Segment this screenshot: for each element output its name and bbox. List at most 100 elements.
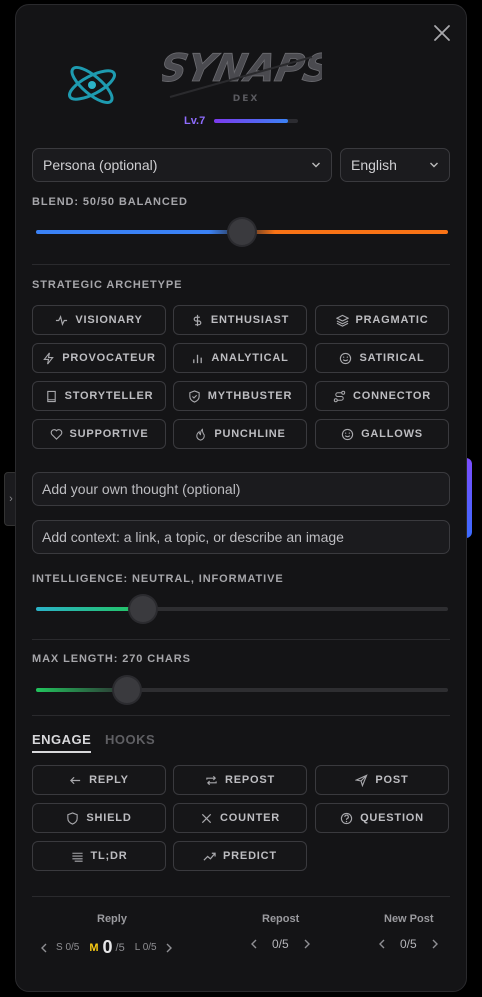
archetype-label: STRATEGIC ARCHETYPE [32, 279, 183, 291]
divider [32, 715, 450, 716]
new-post-stats-label: New Post [384, 913, 434, 925]
action-label: REPLY [89, 774, 129, 786]
action-label: PREDICT [223, 850, 277, 862]
max-length-slider-handle[interactable] [114, 677, 140, 703]
reply-long-count: L 0/5 [134, 942, 157, 953]
intelligence-slider[interactable] [36, 596, 448, 622]
context-input-placeholder: Add context: a link, a topic, or describ… [42, 529, 344, 545]
thought-input[interactable]: Add your own thought (optional) [32, 472, 450, 506]
reply-short-count: S 0/5 [56, 942, 80, 953]
repost-icon [206, 775, 217, 785]
svg-text:DEX: DEX [233, 94, 260, 104]
archetype-analytical[interactable]: ANALYTICAL [173, 343, 307, 373]
pulse-icon [56, 314, 68, 326]
persona-select-value: Persona (optional) [43, 157, 158, 173]
prev-button[interactable] [38, 942, 50, 954]
blend-slider-handle[interactable] [229, 219, 255, 245]
level-progress-bar [214, 119, 298, 123]
archetype-label: PUNCHLINE [214, 428, 286, 440]
prev-button[interactable] [376, 938, 388, 950]
chevron-down-icon [312, 162, 320, 168]
archetype-supportive[interactable]: SUPPORTIVE [32, 419, 166, 449]
chevron-right-icon [432, 939, 438, 949]
context-input[interactable]: Add context: a link, a topic, or describ… [32, 520, 450, 554]
divider [32, 896, 450, 897]
bolt-icon [43, 352, 55, 364]
reply-stats: S 0/5 M 0 /5 L 0/5 [38, 937, 175, 958]
reply-medium-count: 0 [102, 937, 113, 957]
prev-button[interactable] [248, 938, 260, 950]
synaps-logo: SYNAPS DEX [162, 47, 322, 104]
blend-label: BLEND: 50/50 BALANCED [32, 196, 188, 208]
next-button[interactable] [301, 938, 313, 950]
send-icon [355, 773, 369, 787]
action-counter[interactable]: COUNTER [173, 803, 307, 833]
action-label: COUNTER [220, 812, 280, 824]
action-label: POST [375, 774, 409, 786]
generator-panel: SYNAPS DEX Lv.7 Persona (optional) Engli… [15, 4, 467, 992]
language-select-value: English [351, 157, 397, 173]
action-question[interactable]: QUESTION [315, 803, 449, 833]
shield-icon [67, 811, 79, 825]
thought-input-placeholder: Add your own thought (optional) [42, 481, 241, 497]
archetype-label: SATIRICAL [359, 352, 425, 364]
archetype-gallows[interactable]: GALLOWS [315, 419, 449, 449]
archetype-pragmatic[interactable]: PRAGMATIC [315, 305, 449, 335]
flame-icon [196, 427, 206, 441]
action-tl-dr[interactable]: TL;DR [32, 841, 166, 871]
chevron-down-icon [430, 162, 438, 168]
repost-stats-label: Repost [262, 913, 300, 925]
tab-hooks[interactable]: HOOKS [105, 732, 155, 747]
svg-text:SYNAPS: SYNAPS [162, 47, 322, 91]
persona-select[interactable]: Persona (optional) [32, 148, 332, 182]
heart-icon [50, 428, 62, 440]
archetype-visionary[interactable]: VISIONARY [32, 305, 166, 335]
archetype-label: STORYTELLER [64, 390, 154, 402]
x-icon [201, 813, 212, 823]
blend-slider[interactable] [36, 219, 448, 245]
route-icon [333, 390, 346, 402]
intelligence-slider-handle[interactable] [130, 596, 156, 622]
archetype-connector[interactable]: CONNECTOR [315, 381, 449, 411]
new-post-count: 0/5 [400, 937, 417, 951]
archetype-satirical[interactable]: SATIRICAL [315, 343, 449, 373]
next-button[interactable] [163, 942, 175, 954]
repost-stats: 0/5 [248, 937, 313, 951]
next-button[interactable] [429, 938, 441, 950]
archetype-label: VISIONARY [75, 314, 143, 326]
tab-engage[interactable]: ENGAGE [32, 732, 92, 753]
action-repost[interactable]: REPOST [173, 765, 307, 795]
max-length-slider[interactable] [36, 677, 448, 703]
action-label: TL;DR [90, 850, 128, 862]
book-icon [46, 390, 56, 402]
chevron-right-icon [304, 939, 310, 949]
action-shield[interactable]: SHIELD [32, 803, 166, 833]
archetype-enthusiast[interactable]: ENTHUSIAST [173, 305, 307, 335]
action-label: QUESTION [360, 812, 424, 824]
level-label: Lv.7 [184, 115, 206, 127]
archetype-mythbuster[interactable]: MYTHBUSTER [173, 381, 307, 411]
help-circle-icon [340, 812, 353, 824]
close-button[interactable] [432, 23, 452, 43]
archetype-label: GALLOWS [361, 428, 423, 440]
trend-icon [203, 852, 216, 861]
archetype-label: ANALYTICAL [211, 352, 289, 364]
language-select[interactable]: English [340, 148, 450, 182]
repost-count: 0/5 [272, 937, 289, 951]
level-progress-fill [214, 119, 288, 123]
chevron-left-icon [379, 939, 385, 949]
archetype-storyteller[interactable]: STORYTELLER [32, 381, 166, 411]
archetype-provocateur[interactable]: PROVOCATEUR [32, 343, 166, 373]
action-reply[interactable]: REPLY [32, 765, 166, 795]
divider [32, 264, 450, 265]
layers-icon [335, 314, 349, 327]
bar-chart-icon [193, 354, 203, 363]
archetype-label: PRAGMATIC [355, 314, 429, 326]
action-post[interactable]: POST [315, 765, 449, 795]
smile-icon [341, 428, 354, 440]
reply-medium-marker: M [89, 941, 99, 954]
archetype-label: ENTHUSIAST [210, 314, 290, 326]
reply-stats-label: Reply [97, 913, 127, 925]
archetype-punchline[interactable]: PUNCHLINE [173, 419, 307, 449]
action-predict[interactable]: PREDICT [173, 841, 307, 871]
